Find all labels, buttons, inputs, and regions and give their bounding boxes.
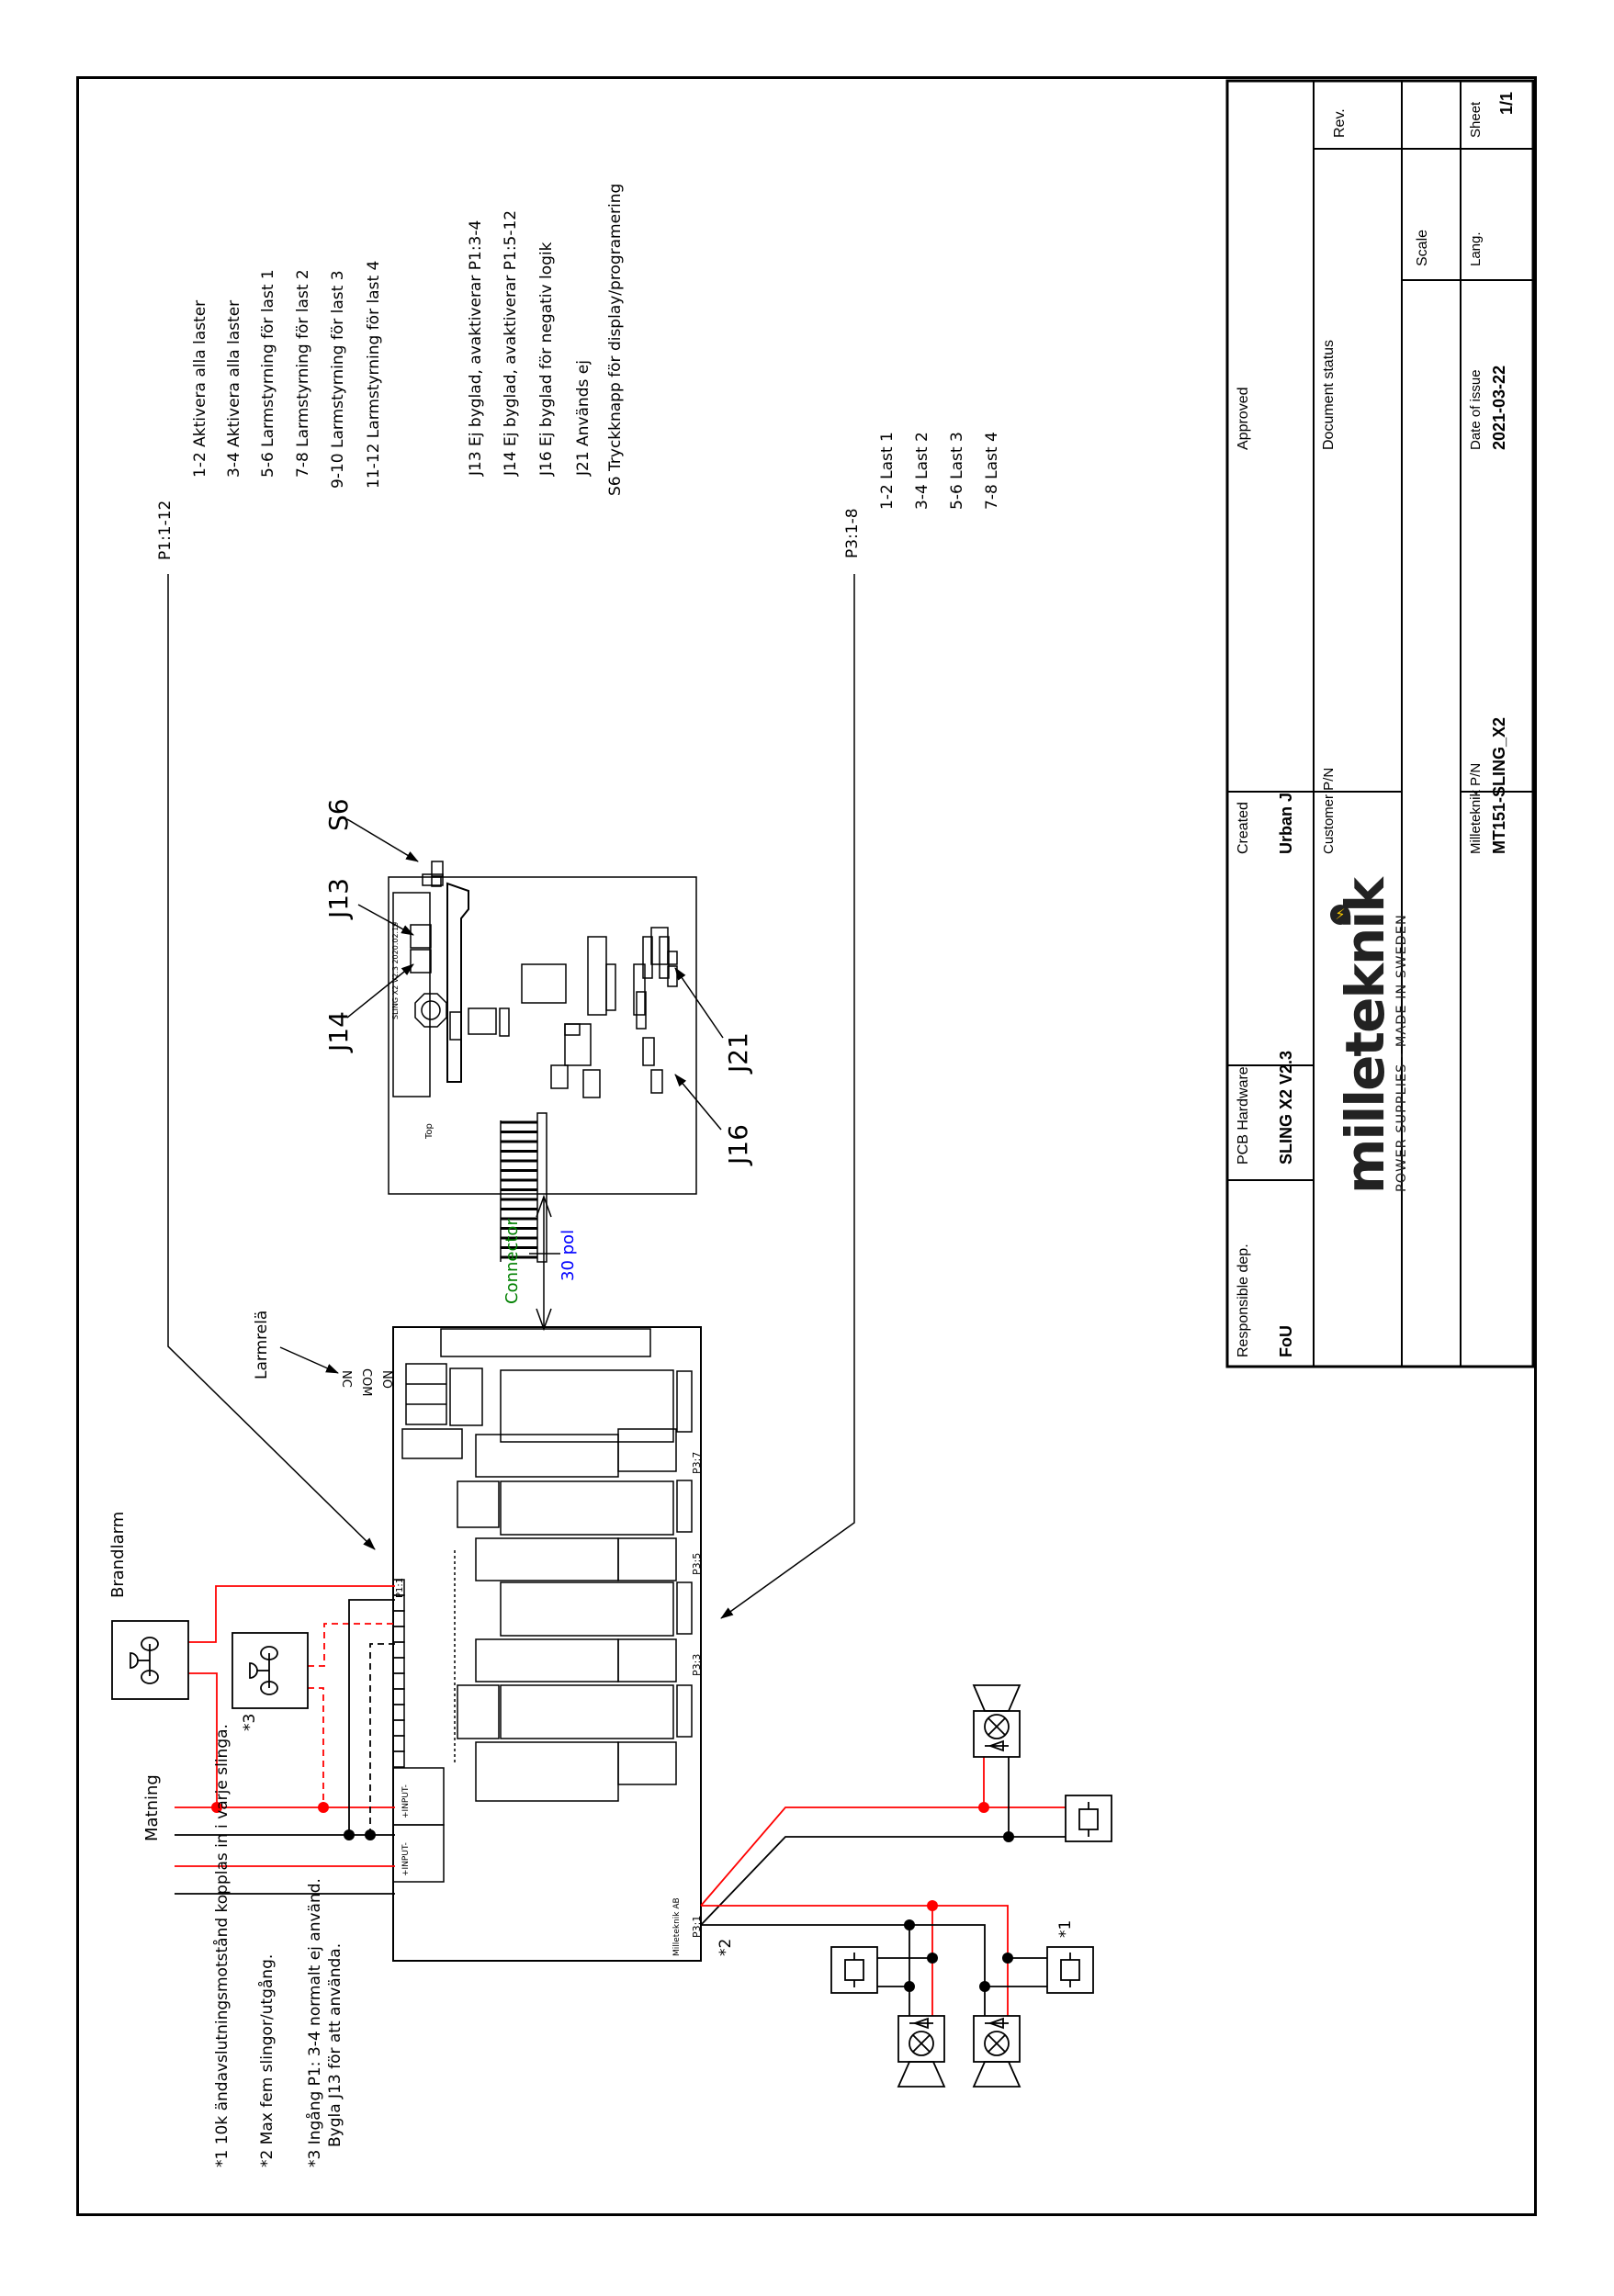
fire-alarm-button-1 — [111, 1620, 189, 1700]
p1-note: 9-10 Larmstyrning för last 3 — [329, 270, 347, 489]
input-label: +INPUT- — [401, 1842, 411, 1876]
p1-note: 11-12 Larmstyrning för last 4 — [365, 260, 383, 489]
output-junctions — [904, 1802, 1014, 1992]
brandlarm-label: Brandlarm — [108, 1511, 128, 1598]
p3-3-label: P3:3 — [691, 1653, 703, 1676]
logo-lightning-icon: ⚡ — [1330, 905, 1350, 925]
footnote-3: *3 Ingång P1: 3-4 normalt ej använd. — [306, 1878, 324, 2167]
jumper-note-s6: S6 Tryckknapp för display/programering — [606, 183, 625, 496]
sheet-value: 1/1 — [1497, 91, 1516, 115]
approved-label: Approved — [1236, 387, 1251, 451]
connector-label: Connector — [502, 1219, 522, 1304]
sounder-beacon — [897, 2015, 946, 2088]
footnote-2: *2 Max fem slingor/utgång. — [258, 1953, 277, 2167]
p1-terminal — [392, 1688, 405, 1705]
note-marker-3: *3 — [241, 1713, 259, 1731]
scale-label: Scale — [1415, 229, 1430, 266]
p3-header: P3:1-8 — [843, 508, 862, 558]
milleteknik-ab-label: Milleteknik AB — [672, 1897, 682, 1956]
p1-terminal — [392, 1610, 405, 1627]
matning-label: Matning — [142, 1774, 162, 1841]
pcb-hardware-label: PCB Hardware — [1236, 1066, 1251, 1165]
p3-note: 3-4 Last 2 — [913, 432, 931, 510]
s6-label: S6 — [323, 798, 354, 831]
rev-label: Rev. — [1332, 108, 1348, 138]
milleteknik-pn-label: Milleteknik P/N — [1468, 762, 1484, 854]
footnote-1: *1 10k ändavslutningsmotstånd kopplas in… — [213, 1724, 231, 2167]
p1-terminal — [392, 1735, 405, 1752]
p1-note: 5-6 Larmstyrning för last 1 — [259, 269, 277, 478]
milleteknik-logo: milleteknik — [1334, 879, 1396, 1194]
sheet-label: Sheet — [1468, 101, 1484, 138]
milleteknik-pn-value: MT151-SLING_X2 — [1490, 716, 1508, 854]
jumper-note-j16: J16 Ej byglad för negativ logik — [537, 242, 556, 476]
display-pcb-rev-label: SLING X2 V2.3 2020.02.19 — [391, 921, 400, 1019]
p1-1-label: P1:1 — [395, 1577, 405, 1598]
p1-leader-line — [167, 574, 376, 1550]
pol-label: 30 pol — [559, 1229, 578, 1281]
output-wiring — [700, 1757, 1066, 2016]
j21-label: J21 — [723, 1032, 753, 1073]
p1-note: 1-2 Aktivera alla laster — [191, 299, 209, 478]
no-label: NO — [379, 1370, 393, 1389]
created-label: Created — [1236, 802, 1251, 854]
pcb-hardware-value: SLING X2 V2.3 — [1277, 1050, 1295, 1165]
end-of-line-resistor — [830, 1946, 878, 1994]
end-of-line-resistor — [1046, 1946, 1094, 1994]
input-label: +INPUT- — [401, 1784, 411, 1818]
larmrela-label: Larmrelä — [253, 1310, 271, 1379]
p3-1-label: P3:1 — [691, 1915, 703, 1938]
p1-terminal — [392, 1750, 405, 1768]
document-status-label: Document status — [1321, 339, 1337, 450]
p1-header: P1:1-12 — [156, 500, 175, 560]
lang-label: Lang. — [1468, 231, 1484, 266]
p1-note: 7-8 Larmstyrning för last 2 — [294, 269, 312, 478]
date-of-issue-label: Date of issue — [1468, 369, 1484, 450]
display-callouts — [346, 818, 724, 1131]
fire-alarm-button-2 — [231, 1632, 309, 1709]
p3-leader-line — [720, 574, 855, 1619]
responsible-dep-label: Responsible dep. — [1236, 1244, 1251, 1357]
p3-note: 1-2 Last 1 — [878, 432, 897, 510]
connector-30pol — [529, 1194, 560, 1332]
p1-terminal — [392, 1626, 405, 1643]
p3-note: 7-8 Last 4 — [983, 432, 1001, 510]
j14-label: J14 — [323, 1011, 354, 1052]
footnote-3-cont: Bygla J13 för att använda. — [326, 1942, 344, 2147]
jumper-note-j14: J14 Ej byglad, avaktiverar P1:5-12 — [502, 209, 520, 476]
nc-label: NC — [339, 1370, 353, 1388]
p1-terminal — [392, 1719, 405, 1737]
j13-label: J13 — [323, 878, 354, 918]
customer-pn-label: Customer P/N — [1321, 767, 1337, 854]
main-pcb — [392, 1326, 702, 1962]
date-of-issue-value: 2021-03-22 — [1490, 365, 1508, 450]
p1-terminal — [392, 1657, 405, 1674]
p1-terminal — [392, 1672, 405, 1690]
note-marker-1: *1 — [1056, 1919, 1075, 1938]
com-label: COM — [359, 1368, 373, 1397]
jumper-note-j13: J13 Ej byglad, avaktiverar P1:3-4 — [467, 219, 485, 476]
note-marker-2: *2 — [717, 1938, 735, 1956]
end-of-line-resistor — [1065, 1795, 1112, 1842]
j16-label: J16 — [723, 1124, 753, 1165]
sounder-beacon — [972, 1684, 1021, 1758]
p3-7-label: P3:7 — [691, 1451, 703, 1474]
jumper-note-j21: J21 Används ej — [574, 360, 593, 476]
logo-tagline: POWER SUPPLIES - MADE IN SWEDEN — [1394, 914, 1409, 1192]
p3-5-label: P3:5 — [691, 1552, 703, 1575]
larmrela-arrow — [279, 1346, 339, 1374]
p1-terminal-block — [392, 1579, 405, 1768]
top-label: Top — [424, 1123, 435, 1140]
p1-terminal — [392, 1704, 405, 1721]
p1-note: 3-4 Aktivera alla laster — [225, 299, 243, 478]
created-value: Urban J — [1277, 792, 1295, 854]
sounder-beacon — [972, 2015, 1021, 2088]
responsible-dep-value: FoU — [1277, 1325, 1295, 1357]
p3-note: 5-6 Last 3 — [948, 432, 966, 510]
